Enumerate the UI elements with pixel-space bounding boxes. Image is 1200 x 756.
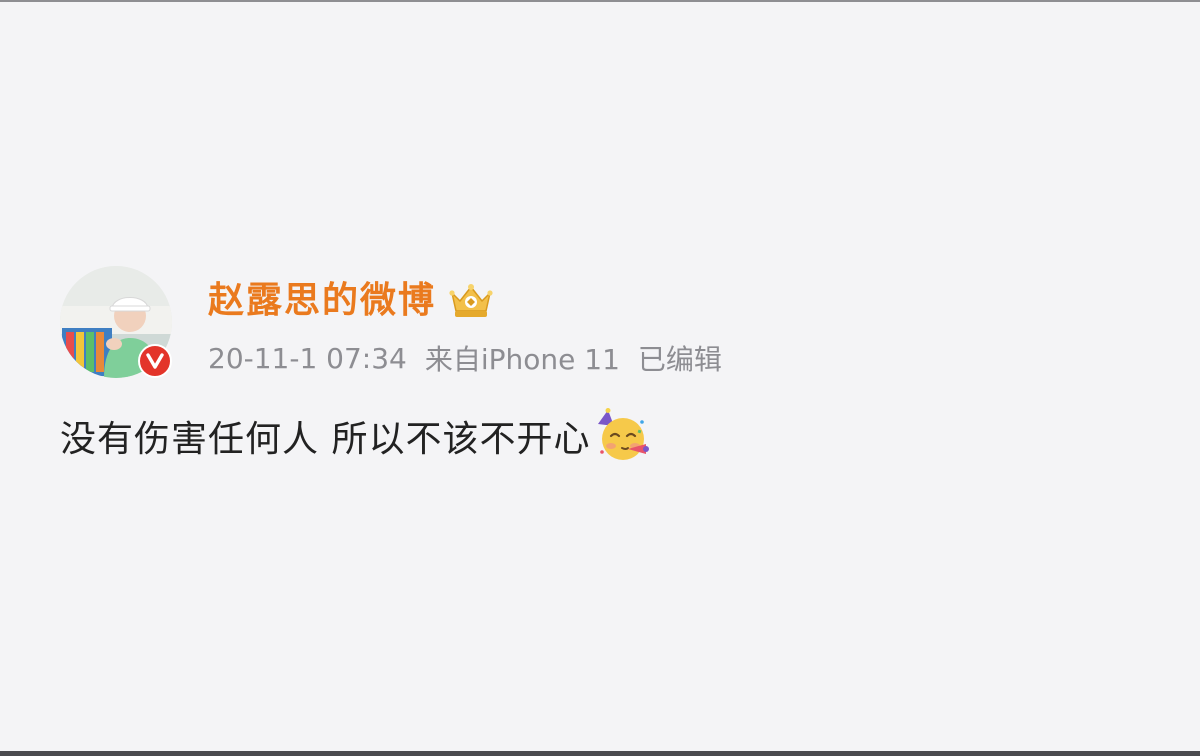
bottom-edge <box>0 751 1200 756</box>
username-row: 赵露思的微博 <box>208 276 496 326</box>
verified-v-icon <box>138 344 172 378</box>
post-source: 来自iPhone 11 <box>424 343 620 376</box>
post-meta: 20-11-1 07:34 来自iPhone 11 已编辑 <box>208 336 722 380</box>
partying-face-icon <box>598 408 650 460</box>
post-timestamp: 20-11-1 07:34 <box>208 341 407 375</box>
post-content: 没有伤害任何人 所以不该不开心 <box>60 408 650 464</box>
crown-icon[interactable] <box>446 281 496 321</box>
weibo-post: 赵露思的微博 20-11-1 07:34 来自iPhone 11 已编辑 没有伤… <box>0 0 1200 756</box>
username[interactable]: 赵露思的微博 <box>208 276 436 326</box>
edited-label[interactable]: 已编辑 <box>638 338 722 378</box>
post-text: 没有伤害任何人 所以不该不开心 <box>60 419 591 460</box>
user-avatar[interactable] <box>60 266 172 378</box>
